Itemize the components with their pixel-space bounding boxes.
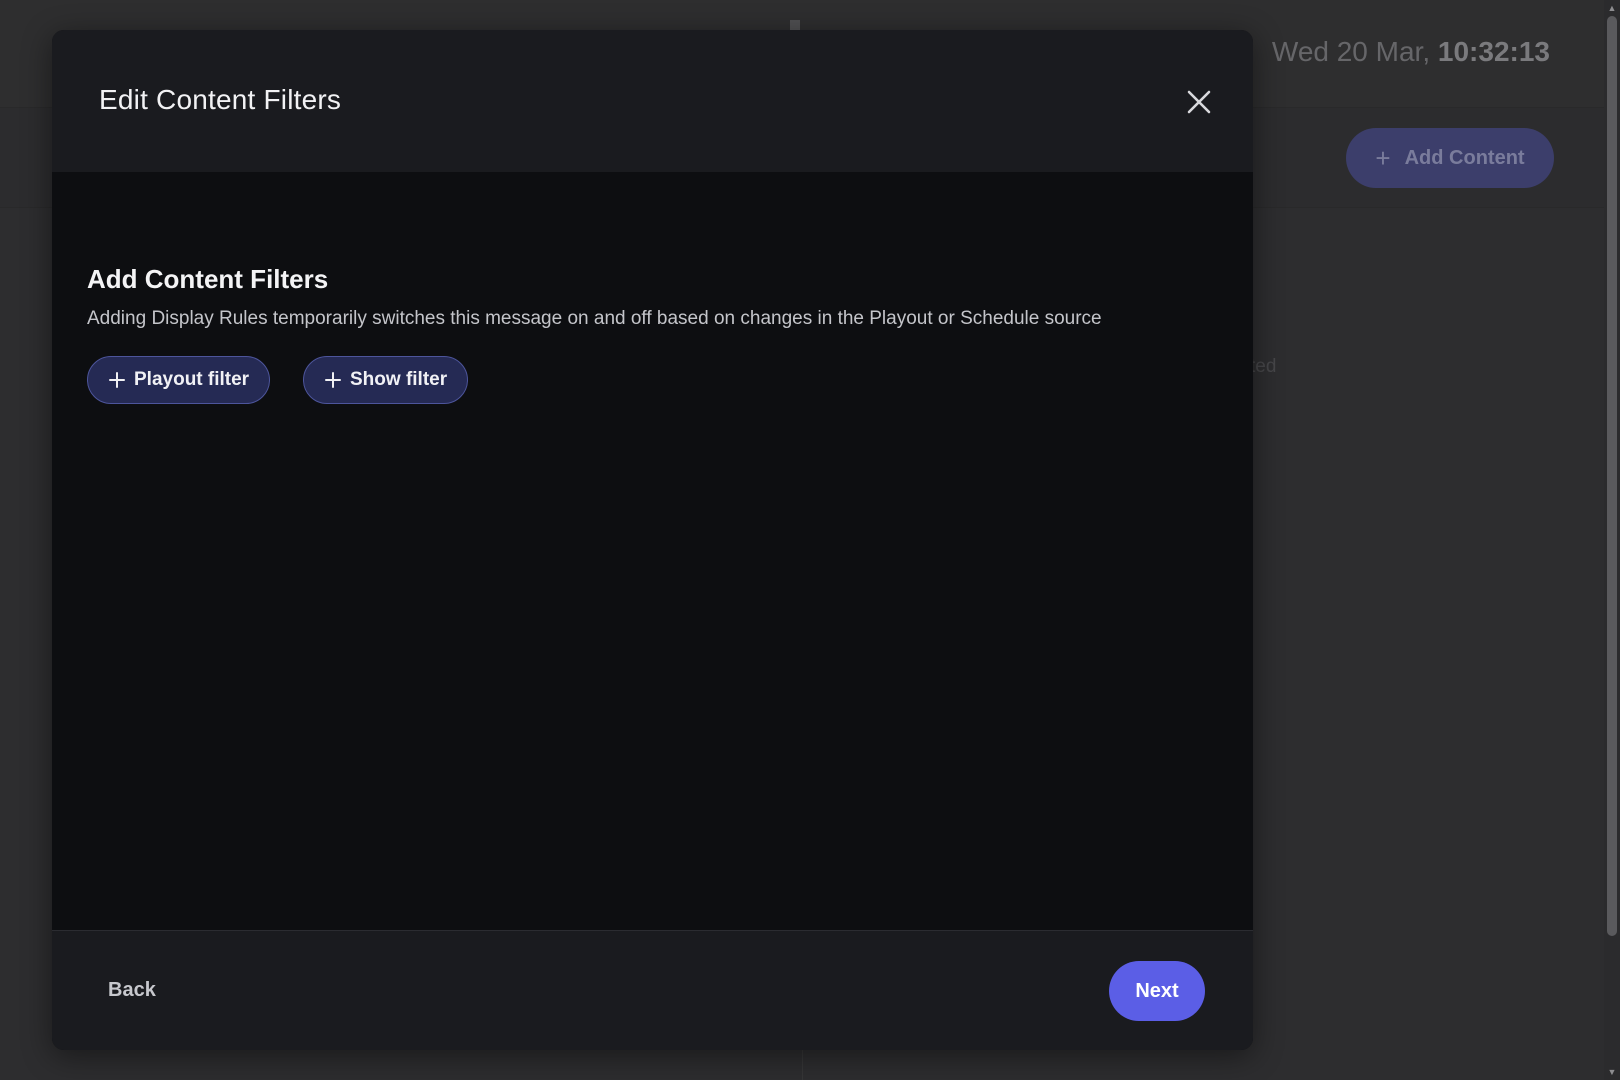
add-playout-filter-button[interactable]: Playout filter — [87, 356, 271, 404]
show-filter-label: Show filter — [350, 369, 448, 390]
dialog-body: Add Content Filters Adding Display Rules… — [52, 172, 1253, 930]
scrollbar[interactable]: ▲ ▼ — [1604, 0, 1620, 1080]
scroll-down-icon[interactable]: ▼ — [1607, 1066, 1617, 1078]
back-button[interactable]: Back — [108, 979, 156, 1002]
dialog-title: Edit Content Filters — [99, 84, 342, 115]
edit-content-filters-dialog: Edit Content Filters Add Content Filters… — [52, 30, 1253, 1050]
close-button[interactable] — [1179, 82, 1219, 122]
close-icon — [1187, 90, 1211, 114]
dialog-footer: Back Next — [52, 930, 1253, 1050]
dialog-header: Edit Content Filters — [52, 30, 1253, 172]
add-show-filter-button[interactable]: Show filter — [303, 356, 469, 404]
scroll-up-icon[interactable]: ▲ — [1607, 2, 1617, 14]
scrollbar-thumb[interactable] — [1607, 16, 1617, 936]
plus-icon — [109, 372, 125, 388]
next-button[interactable]: Next — [1109, 961, 1205, 1021]
playout-filter-label: Playout filter — [134, 369, 250, 390]
section-description: Adding Display Rules temporarily switche… — [87, 308, 1102, 329]
section-title: Add Content Filters — [87, 264, 329, 294]
plus-icon — [325, 372, 341, 388]
